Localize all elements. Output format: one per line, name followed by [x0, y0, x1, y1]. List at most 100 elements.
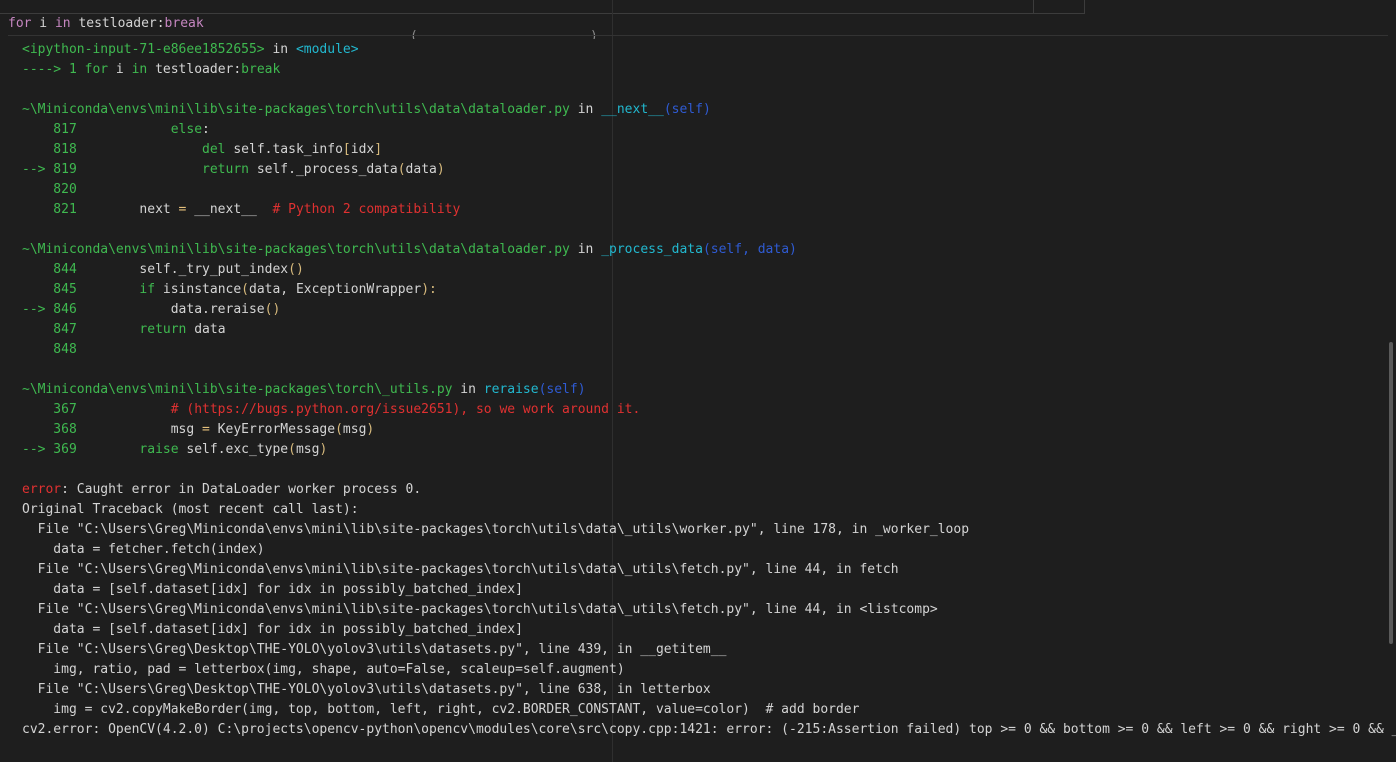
code-text: data — [186, 322, 226, 337]
traceback-text: Original Traceback (most recent call las… — [22, 502, 359, 517]
code-comment: # (https://bugs.python.org/issue2651), s… — [170, 402, 641, 417]
code-text: i — [108, 62, 132, 77]
line-number: 844 — [22, 262, 77, 277]
line-number: 820 — [22, 182, 77, 197]
code-line: 368 msg = KeyErrorMessage(msg) — [22, 420, 1396, 440]
line-number: 848 — [22, 342, 77, 357]
keyword: in — [54, 16, 71, 31]
traceback-file: ~\Miniconda\envs\mini\lib\site-packages\… — [22, 382, 453, 397]
code-text: next — [76, 202, 179, 217]
code-text: ) — [366, 422, 375, 437]
code-line: 848 — [22, 340, 1396, 360]
line-arrow: ----> 1 — [22, 62, 85, 77]
traceback-text: File "C:\Users\Greg\Miniconda\envs\mini\… — [22, 602, 938, 617]
line-number: --> 846 — [22, 302, 77, 317]
code-line: --> 369 raise self.exc_type(msg) — [22, 440, 1396, 460]
code-text: () — [288, 262, 304, 277]
code-text: = — [202, 422, 210, 437]
code-line: 845 if isinstance(data, ExceptionWrapper… — [22, 280, 1396, 300]
code-line: 821 next = __next__ # Python 2 compatibi… — [22, 200, 1396, 220]
keyword: return — [139, 322, 187, 337]
traceback-text: File "C:\Users\Greg\Miniconda\envs\mini\… — [22, 562, 899, 577]
code-text: ( — [288, 442, 296, 457]
error-message: : Caught error in DataLoader worker proc… — [61, 482, 422, 497]
code-line: --> 819 return self._process_data(data) — [22, 160, 1396, 180]
code-text: KeyErrorMessage — [209, 422, 336, 437]
code-text: isinstance — [155, 282, 242, 297]
keyword: for — [8, 16, 32, 31]
traceback-line: ----> 1 for i in testloader:break — [22, 60, 1396, 80]
code-line: 847 return data — [22, 320, 1396, 340]
code-text: ) — [319, 442, 328, 457]
code-comment: # Python 2 compatibility — [272, 202, 461, 217]
traceback-text: img, ratio, pad = letterbox(img, shape, … — [22, 662, 625, 677]
vertical-scrollbar[interactable] — [1389, 342, 1393, 644]
traceback-function: reraise — [483, 382, 539, 397]
traceback-function: _process_data — [601, 242, 703, 257]
traceback-text: File "C:\Users\Greg\Desktop\THE-YOLO\yol… — [22, 642, 727, 657]
code-line: --> 846 data.reraise() — [22, 300, 1396, 320]
traceback-frame-header: ~\Miniconda\envs\mini\lib\site-packages\… — [22, 100, 1396, 120]
keyword: del — [202, 142, 226, 157]
code-line: 844 self._try_put_index() — [22, 260, 1396, 280]
code-text: self.task_info — [225, 142, 343, 157]
traceback-line: <ipython-input-71-e86ee1852655> in <modu… — [22, 40, 1396, 60]
code-text: msg — [342, 422, 367, 437]
code-text: in — [452, 382, 484, 397]
keyword: if — [139, 282, 156, 297]
keyword: else — [170, 122, 203, 137]
traceback-text: img = cv2.copyMakeBorder(img, top, botto… — [22, 702, 860, 717]
code-text: self._try_put_index — [76, 262, 289, 277]
keyword: return — [202, 162, 249, 177]
keyword: for — [84, 62, 109, 77]
traceback-text: cv2.error: OpenCV(4.2.0) C:\projects\ope… — [22, 722, 1396, 737]
traceback-args: (self, data) — [702, 242, 797, 257]
cell-divider — [8, 35, 1388, 36]
code-text: in — [264, 42, 296, 57]
code-text: msg — [76, 422, 203, 437]
traceback-text: data = [self.dataset[idx] for idx in pos… — [22, 582, 523, 597]
traceback-text: data = [self.dataset[idx] for idx in pos… — [22, 622, 523, 637]
traceback-output: <ipython-input-71-e86ee1852655> in <modu… — [22, 40, 1396, 740]
keyword: in — [131, 62, 148, 77]
code-text: ] — [374, 142, 383, 157]
line-number: --> 819 — [22, 162, 77, 177]
traceback-function: __next__ — [601, 102, 664, 117]
code-text: self._process_data — [249, 162, 398, 177]
code-line: 818 del self.task_info[idx] — [22, 140, 1396, 160]
code-text: data.reraise — [76, 302, 265, 317]
code-text: data, ExceptionWrapper — [249, 282, 422, 297]
error-line: error: Caught error in DataLoader worker… — [22, 480, 1396, 500]
line-number: 847 — [22, 322, 77, 337]
code-text: ( — [241, 282, 249, 297]
code-text: idx — [350, 142, 375, 157]
traceback-function: <module> — [295, 42, 359, 57]
traceback-file: ~\Miniconda\envs\mini\lib\site-packages\… — [22, 102, 570, 117]
traceback-args: (self) — [538, 382, 586, 397]
line-number: 817 — [22, 122, 77, 137]
traceback-text: File "C:\Users\Greg\Miniconda\envs\mini\… — [22, 522, 970, 537]
cell-input[interactable]: for i in testloader:break — [8, 14, 204, 34]
code-text: testloader: — [147, 62, 242, 77]
top-bar-divider — [1033, 0, 1034, 13]
line-number: 821 — [22, 202, 77, 217]
code-text: ( — [335, 422, 343, 437]
code-line: 367 # (https://bugs.python.org/issue2651… — [22, 400, 1396, 420]
code-text: self.exc_type — [178, 442, 289, 457]
code-text: msg — [295, 442, 320, 457]
clipped-output-line: ( ) — [410, 29, 598, 39]
top-bar — [0, 0, 1085, 14]
line-number: 818 — [22, 142, 77, 157]
line-number: 368 — [22, 422, 77, 437]
code-text: ): — [421, 282, 437, 297]
traceback-file: <ipython-input-71-e86ee1852655> — [22, 42, 265, 57]
code-text: testloader: — [70, 16, 165, 31]
